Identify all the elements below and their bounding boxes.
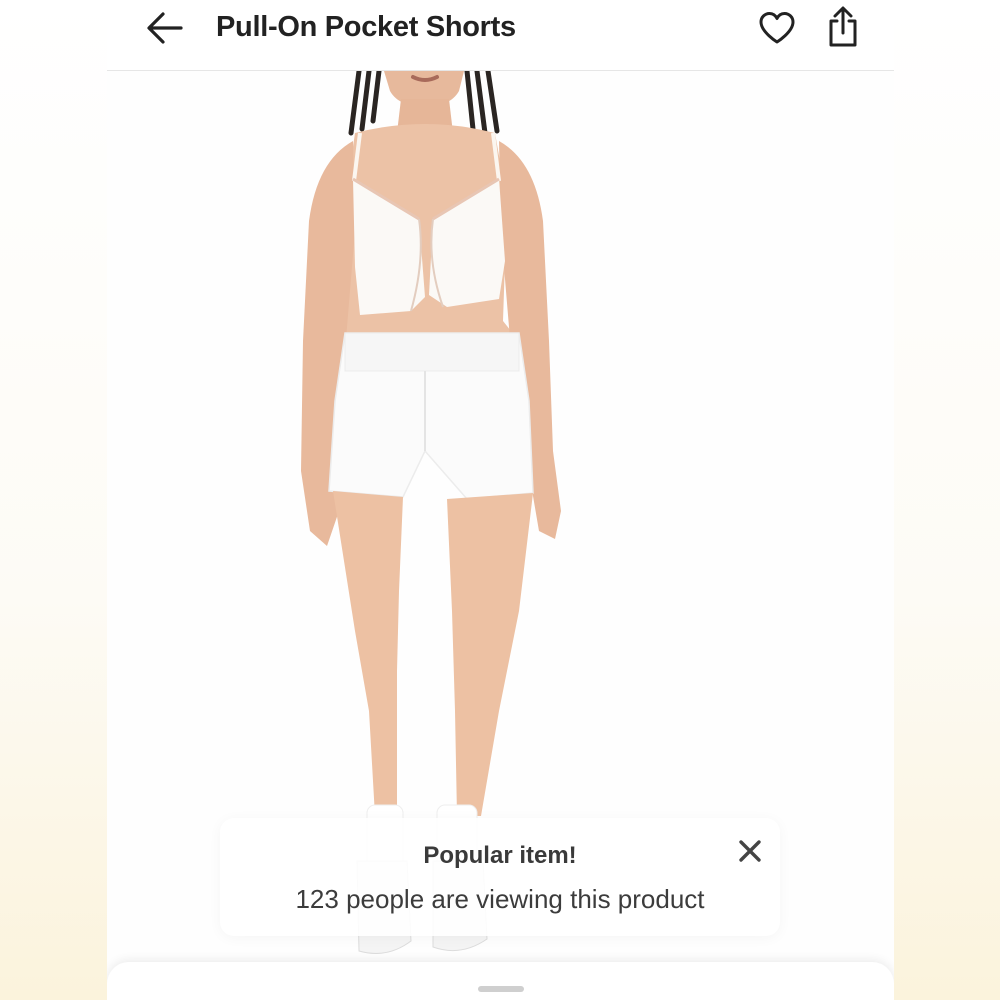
back-button[interactable] bbox=[143, 8, 187, 48]
bottom-sheet[interactable] bbox=[107, 962, 894, 1000]
toast-message: 123 people are viewing this product bbox=[295, 884, 705, 914]
app-screen: Pull-On Pocket Shorts Popular item! 123 … bbox=[107, 0, 894, 1000]
arrow-left-icon bbox=[147, 12, 183, 44]
share-icon bbox=[829, 6, 857, 47]
toast-title: Popular item! bbox=[423, 842, 577, 869]
toast-close-button[interactable] bbox=[735, 836, 765, 866]
popular-item-toast: Popular item! 123 people are viewing thi… bbox=[220, 818, 780, 936]
top-bar: Pull-On Pocket Shorts bbox=[107, 0, 894, 71]
favorite-button[interactable] bbox=[755, 8, 799, 48]
page-title: Pull-On Pocket Shorts bbox=[216, 11, 516, 43]
close-icon bbox=[739, 840, 761, 862]
drag-handle[interactable] bbox=[478, 986, 524, 992]
heart-outline-icon bbox=[759, 12, 795, 44]
share-button[interactable] bbox=[821, 4, 865, 50]
